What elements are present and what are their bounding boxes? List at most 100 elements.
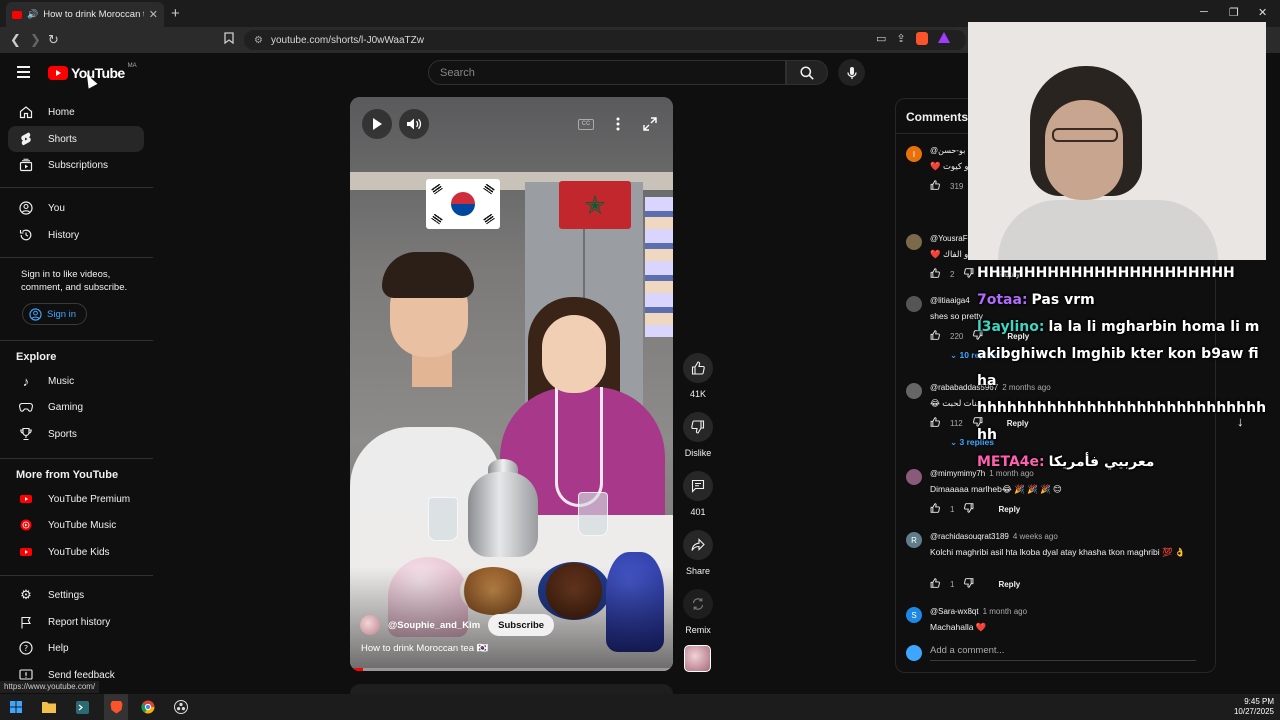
video-progress-bar[interactable] <box>350 668 673 671</box>
captions-button[interactable]: CC <box>573 111 599 137</box>
remix-button[interactable]: Remix <box>680 589 716 635</box>
chat-message: l3aylino: la la li mgharbin homa li makib… <box>977 314 1267 395</box>
like-button[interactable]: 41K <box>680 353 716 399</box>
thumbs-up-icon[interactable] <box>930 503 940 515</box>
windows-start-icon[interactable] <box>8 699 24 715</box>
reply-button[interactable]: Reply <box>998 580 1020 589</box>
sidebar-item-shorts[interactable]: Shorts <box>8 126 144 152</box>
avatar[interactable] <box>906 234 922 250</box>
sidebar-item-you[interactable]: You <box>8 195 144 221</box>
thumbs-up-icon[interactable] <box>930 330 940 342</box>
sidebar-item-help[interactable]: ? Help <box>8 635 144 661</box>
mute-button[interactable] <box>399 109 429 139</box>
avatar[interactable]: R <box>906 532 922 548</box>
brave-shields-icon[interactable] <box>915 32 928 45</box>
sidebar-item-sports[interactable]: Sports <box>8 421 144 447</box>
author-name[interactable]: @rachidasouqrat3189 <box>930 532 1009 541</box>
add-comment-row[interactable]: Add a comment... <box>906 645 1196 661</box>
youtube-play-icon <box>48 66 68 80</box>
dislike-button[interactable]: Dislike <box>680 412 716 458</box>
restore-icon[interactable]: ❐ <box>1229 6 1239 19</box>
chrome-icon[interactable] <box>140 699 156 715</box>
share-page-icon[interactable]: ⇪ <box>896 32 905 45</box>
close-tab-icon[interactable]: ✕ <box>149 8 158 21</box>
avatar[interactable] <box>906 296 922 312</box>
speaker-icon[interactable]: 🔊 <box>27 9 38 20</box>
audio-source-thumbnail[interactable] <box>684 645 711 672</box>
minimize-icon[interactable]: ─ <box>1200 6 1208 18</box>
play-button[interactable] <box>362 109 392 139</box>
thumbs-down-icon[interactable] <box>964 268 974 280</box>
more-options-button[interactable] <box>605 111 631 137</box>
author-name[interactable]: @litiaaiga4 <box>930 296 970 305</box>
search-input[interactable]: Search <box>428 60 786 85</box>
system-clock[interactable]: 9:45 PM 10/27/2025 <box>1234 697 1274 717</box>
back-icon[interactable]: ❮ <box>10 32 21 48</box>
sidebar-item-history[interactable]: History <box>8 222 144 248</box>
region-code: MA <box>127 63 137 69</box>
sidebar-item-report-history[interactable]: Report history <box>8 609 144 635</box>
divider <box>0 257 153 258</box>
file-explorer-icon[interactable] <box>41 699 57 715</box>
new-tab-icon[interactable]: + <box>171 5 180 22</box>
sidebar-item-settings[interactable]: ⚙ Settings <box>8 582 144 608</box>
reply-button[interactable]: Reply <box>998 505 1020 514</box>
avatar[interactable] <box>906 469 922 485</box>
sidebar-item-youtube-kids[interactable]: YouTube Kids <box>8 539 144 565</box>
video-title[interactable]: How to drink Moroccan tea 🇰🇷 <box>361 643 488 654</box>
avatar[interactable] <box>906 383 922 399</box>
channel-name[interactable]: @Souphie_and_Kim <box>388 620 480 631</box>
sidebar-item-home[interactable]: Home <box>8 99 144 125</box>
thumbs-up-icon[interactable] <box>930 268 940 280</box>
comments-button[interactable]: 401 <box>680 471 716 517</box>
like-count: 41K <box>689 389 706 399</box>
brave-browser-icon[interactable] <box>108 699 124 715</box>
voice-search-button[interactable] <box>838 59 865 86</box>
fullscreen-button[interactable] <box>637 111 663 137</box>
sign-in-button[interactable]: Sign in <box>22 303 87 325</box>
divider <box>0 458 153 459</box>
brave-rewards-icon[interactable] <box>937 32 950 43</box>
author-name[interactable]: @Sara-wx8qt <box>930 607 979 616</box>
browser-tab[interactable]: 🔊 How to drink Moroccan tea 🇰🇷 ✕ <box>6 2 164 27</box>
thumbs-up-icon[interactable] <box>930 180 940 192</box>
sidebar-item-music[interactable]: ♪ Music <box>8 368 144 394</box>
comments-title: Comments <box>906 110 969 124</box>
comment-author[interactable]: @YousraF <box>930 234 972 243</box>
avatar[interactable]: I <box>906 146 922 162</box>
obs-studio-icon[interactable] <box>173 699 189 715</box>
sidebar-item-subscriptions[interactable]: Subscriptions <box>8 152 144 178</box>
thumbs-down-icon[interactable] <box>964 503 974 515</box>
share-button[interactable]: Share <box>680 530 716 576</box>
url-field[interactable]: ⚙ youtube.com/shorts/l-J0wWaaTZw <box>244 30 966 50</box>
gaming-icon <box>18 399 34 415</box>
channel-avatar[interactable] <box>360 615 380 635</box>
comment-author[interactable]: @rachidasouqrat3189 4 weeks ago <box>930 532 1058 541</box>
avatar[interactable]: S <box>906 607 922 623</box>
sidebar-item-youtube-premium[interactable]: YouTube Premium <box>8 486 144 512</box>
reload-icon[interactable]: ↻ <box>48 32 59 48</box>
author-name[interactable]: @YousraF <box>930 234 968 243</box>
subscribe-button[interactable]: Subscribe <box>488 614 555 636</box>
volume-icon <box>407 118 422 130</box>
streamer-hoodie <box>998 200 1218 260</box>
comment-author[interactable]: @Sara-wx8qt 1 month ago <box>930 607 1027 616</box>
bookmark-icon[interactable] <box>224 32 234 47</box>
search-button[interactable] <box>786 60 828 85</box>
comment-author[interactable]: @بو-حسن <box>930 146 969 155</box>
author-name[interactable]: @بو-حسن <box>930 146 965 155</box>
thumbs-up-icon[interactable] <box>930 417 940 429</box>
cast-icon[interactable]: ▭ <box>876 32 886 45</box>
site-info-icon[interactable]: ⚙ <box>254 35 263 46</box>
close-window-icon[interactable]: ✕ <box>1258 6 1267 19</box>
thumbs-down-icon[interactable] <box>964 578 974 590</box>
shorts-video-player[interactable]: ✭ CC @Souphie_and_Kim Subscribe How to d… <box>350 97 673 671</box>
sidebar-item-youtube-music[interactable]: YouTube Music <box>8 512 144 538</box>
add-comment-input[interactable]: Add a comment... <box>930 645 1196 661</box>
comment-author[interactable]: @litiaaiga4 <box>930 296 974 305</box>
forward-icon[interactable]: ❯ <box>30 32 41 48</box>
thumbs-up-icon[interactable] <box>930 578 940 590</box>
terminal-app-icon[interactable] <box>74 699 90 715</box>
sidebar-item-gaming[interactable]: Gaming <box>8 394 144 420</box>
menu-icon[interactable] <box>17 66 30 81</box>
